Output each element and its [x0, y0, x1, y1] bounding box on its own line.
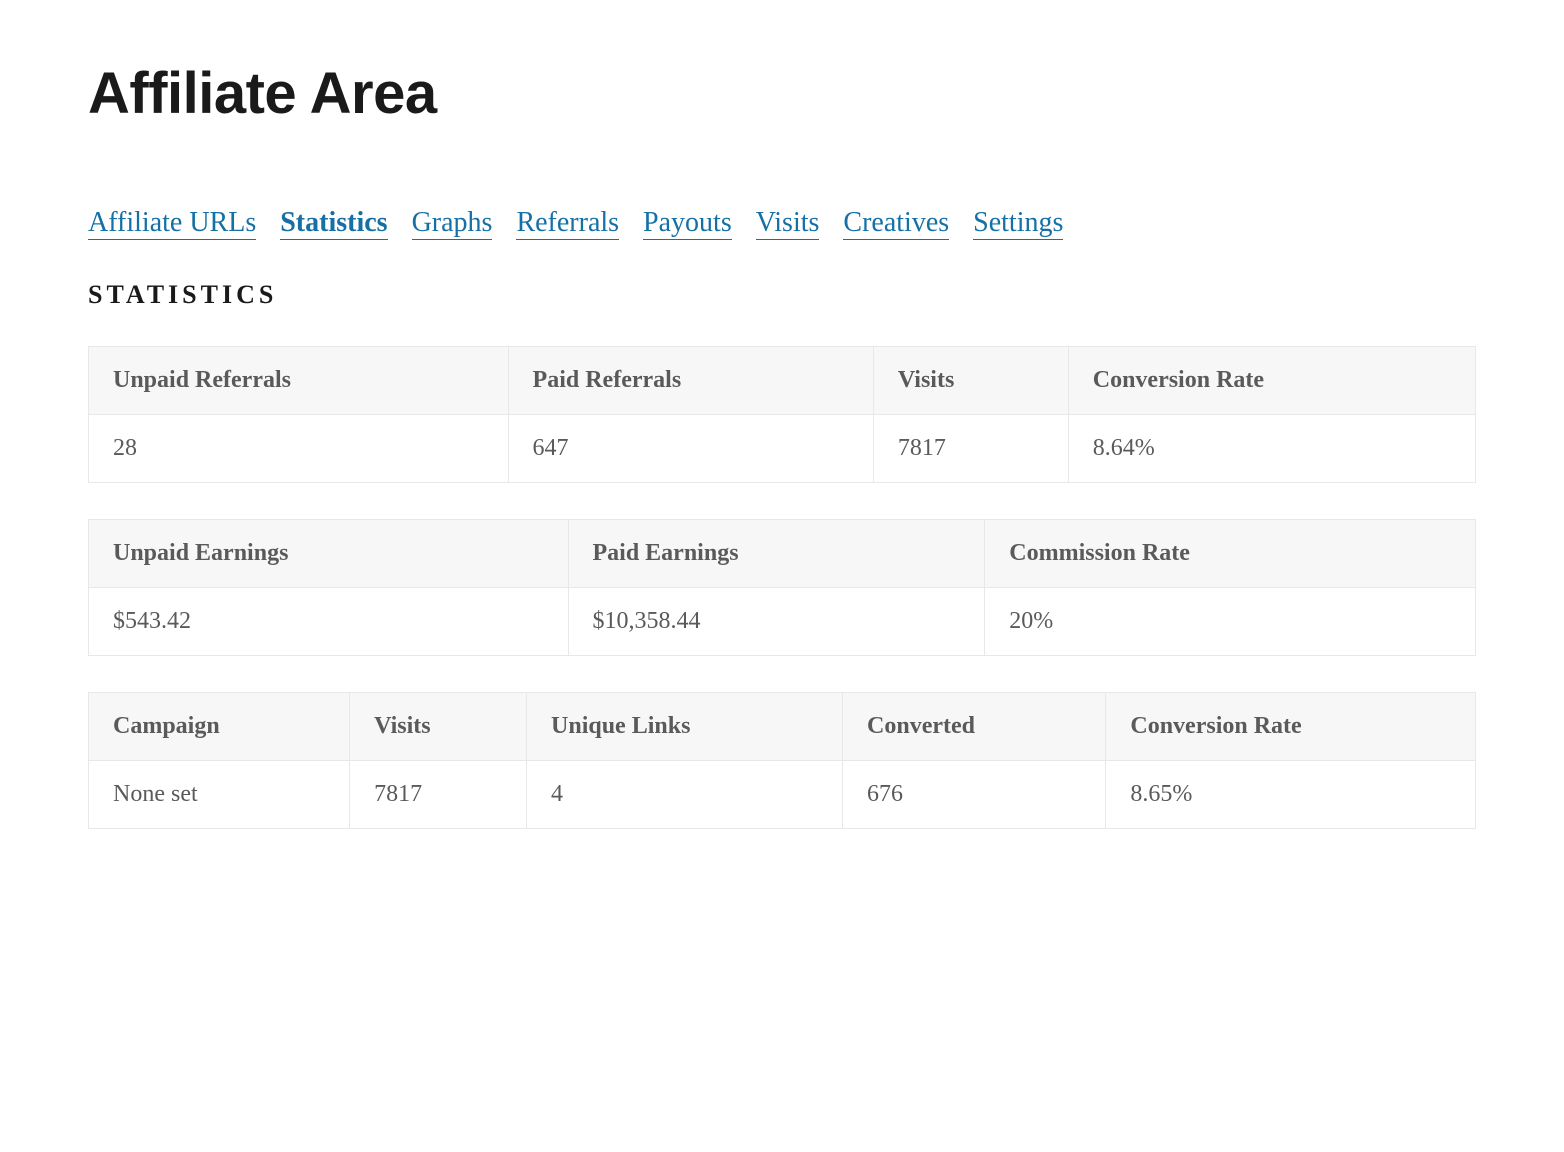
tab-settings[interactable]: Settings [973, 207, 1063, 240]
earnings-table: Unpaid Earnings Paid Earnings Commission… [88, 519, 1476, 656]
col-commission-rate: Commission Rate [985, 520, 1476, 588]
table-header-row: Unpaid Earnings Paid Earnings Commission… [89, 520, 1476, 588]
cell-visits: 7817 [873, 415, 1068, 483]
col-visits: Visits [873, 347, 1068, 415]
cell-commission-rate: 20% [985, 588, 1476, 656]
tab-referrals[interactable]: Referrals [516, 207, 619, 240]
page-title: Affiliate Area [88, 60, 1476, 127]
col-conversion-rate: Conversion Rate [1106, 693, 1476, 761]
cell-unique-links: 4 [527, 761, 843, 829]
cell-campaign: None set [89, 761, 350, 829]
cell-unpaid-referrals: 28 [89, 415, 509, 483]
cell-conversion-rate: 8.65% [1106, 761, 1476, 829]
col-unpaid-referrals: Unpaid Referrals [89, 347, 509, 415]
col-unpaid-earnings: Unpaid Earnings [89, 520, 569, 588]
table-row: 28 647 7817 8.64% [89, 415, 1476, 483]
tab-affiliate-urls[interactable]: Affiliate URLs [88, 207, 256, 240]
cell-paid-earnings: $10,358.44 [568, 588, 985, 656]
col-visits: Visits [350, 693, 527, 761]
cell-unpaid-earnings: $543.42 [89, 588, 569, 656]
tab-statistics[interactable]: Statistics [280, 207, 387, 240]
cell-paid-referrals: 647 [508, 415, 873, 483]
campaign-table: Campaign Visits Unique Links Converted C… [88, 692, 1476, 829]
col-converted: Converted [843, 693, 1106, 761]
col-paid-referrals: Paid Referrals [508, 347, 873, 415]
tab-graphs[interactable]: Graphs [412, 207, 493, 240]
table-row: None set 7817 4 676 8.65% [89, 761, 1476, 829]
cell-converted: 676 [843, 761, 1106, 829]
col-conversion-rate: Conversion Rate [1068, 347, 1475, 415]
col-campaign: Campaign [89, 693, 350, 761]
table-header-row: Unpaid Referrals Paid Referrals Visits C… [89, 347, 1476, 415]
tab-navigation: Affiliate URLs Statistics Graphs Referra… [88, 207, 1476, 240]
col-unique-links: Unique Links [527, 693, 843, 761]
table-header-row: Campaign Visits Unique Links Converted C… [89, 693, 1476, 761]
tab-visits[interactable]: Visits [756, 207, 820, 240]
tab-payouts[interactable]: Payouts [643, 207, 732, 240]
col-paid-earnings: Paid Earnings [568, 520, 985, 588]
section-title: STATISTICS [88, 280, 1476, 310]
tab-creatives[interactable]: Creatives [843, 207, 949, 240]
cell-visits: 7817 [350, 761, 527, 829]
cell-conversion-rate: 8.64% [1068, 415, 1475, 483]
table-row: $543.42 $10,358.44 20% [89, 588, 1476, 656]
referrals-table: Unpaid Referrals Paid Referrals Visits C… [88, 346, 1476, 483]
